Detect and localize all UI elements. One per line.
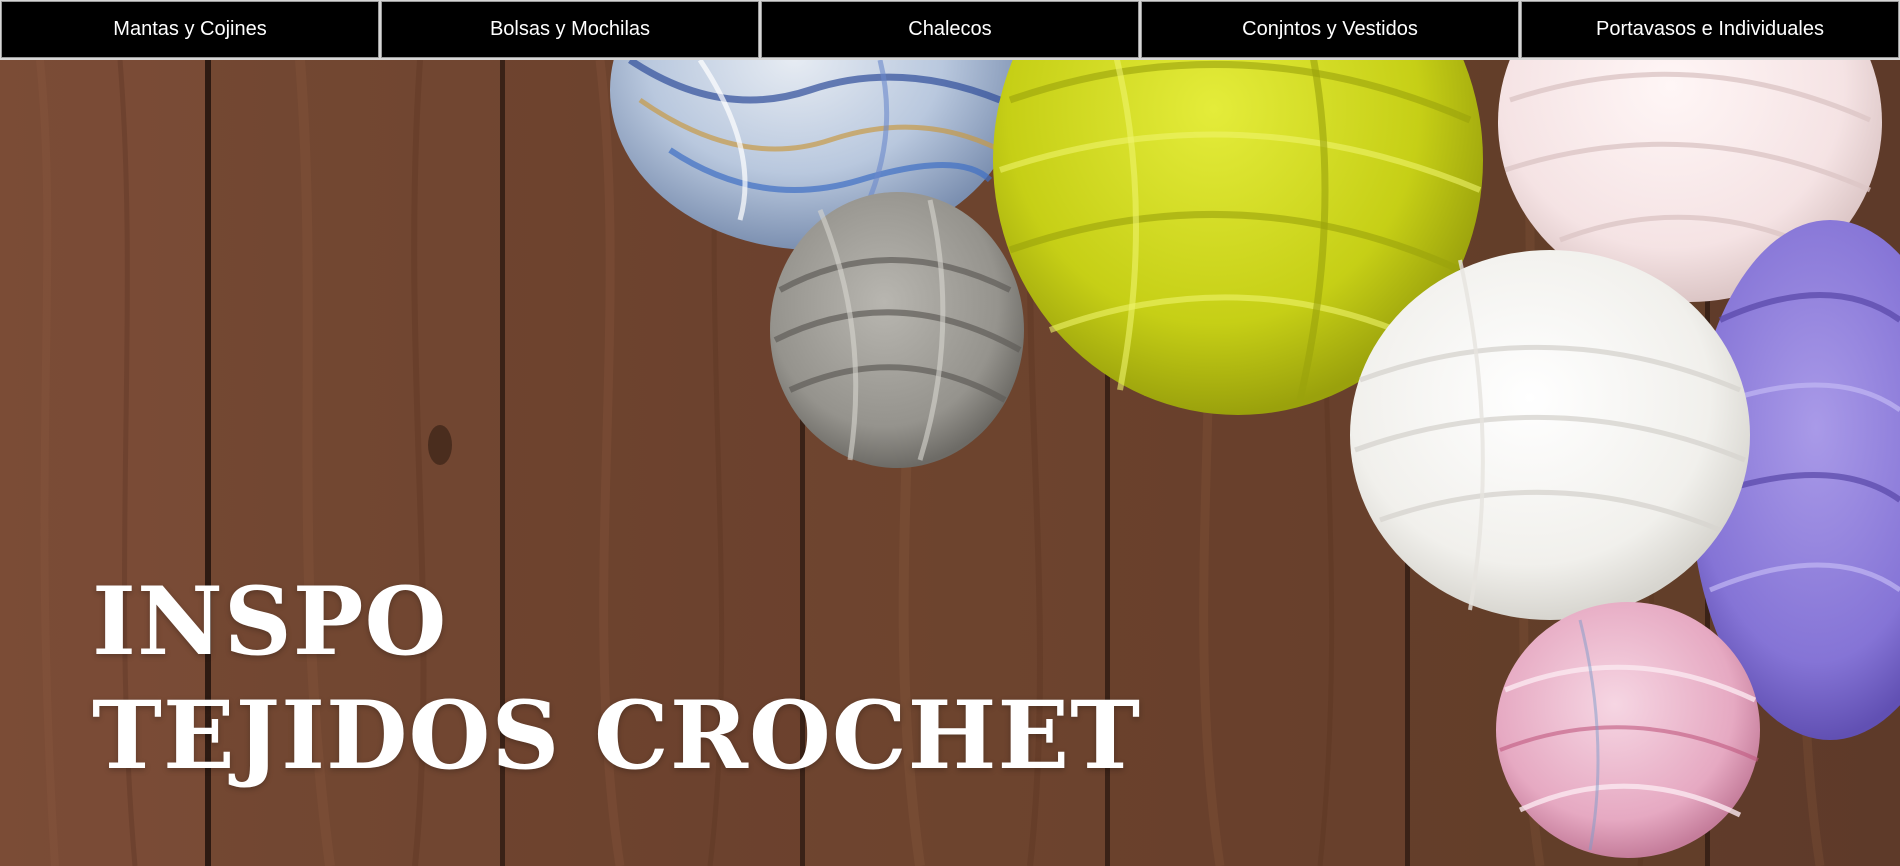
hero-title: INSPO TEJIDOS CROCHET [92,565,1141,793]
hero-title-line-1: INSPO [92,567,448,677]
nav-item-chalecos[interactable]: Chalecos [761,1,1139,58]
yarn-ball-white [1350,250,1750,620]
nav-item-bolsas-y-mochilas[interactable]: Bolsas y Mochilas [381,1,759,58]
yarn-ball-pink [1496,602,1760,858]
nav-item-conjuntos-y-vestidos[interactable]: Conjntos y Vestidos [1141,1,1519,58]
hero-banner: INSPO TEJIDOS CROCHET [0,60,1900,866]
nav-item-portavasos-e-individuales[interactable]: Portavasos e Individuales [1521,1,1899,58]
page: Mantas y Cojines Bolsas y Mochilas Chale… [0,0,1900,866]
top-navigation: Mantas y Cojines Bolsas y Mochilas Chale… [0,0,1900,60]
hero-title-line-2: TEJIDOS CROCHET [92,681,1142,791]
nav-item-mantas-y-cojines[interactable]: Mantas y Cojines [1,1,379,58]
yarn-ball-gray [770,192,1024,468]
